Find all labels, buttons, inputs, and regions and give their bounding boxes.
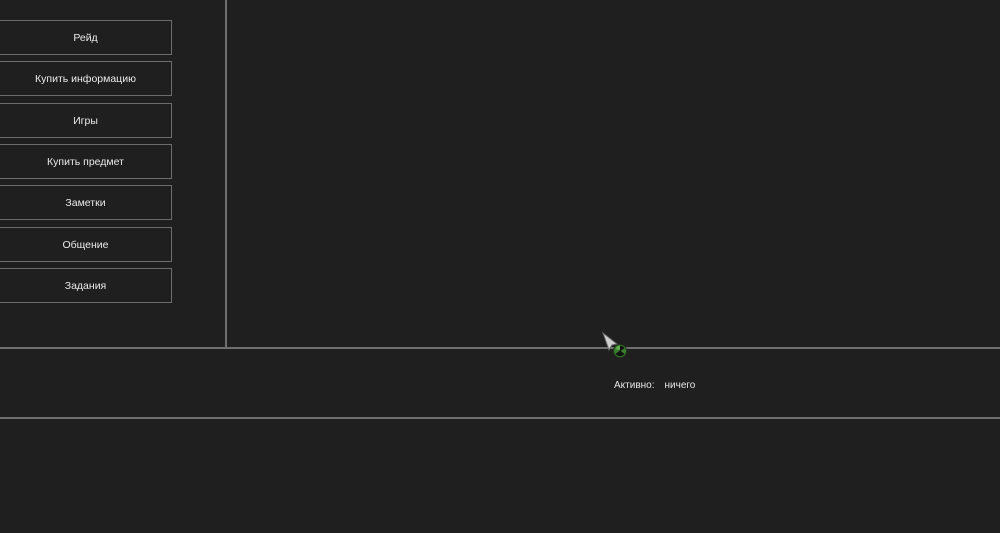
main-content-panel: [227, 0, 1000, 347]
sidebar-item-raid[interactable]: Рейд: [0, 20, 172, 55]
active-status: Активно: ничего: [614, 380, 695, 391]
bottom-panel: [0, 420, 1000, 533]
status-bottom-divider: [0, 417, 1000, 419]
app-window: Рейд Купить информацию Игры Купить предм…: [0, 0, 1000, 533]
sidebar-item-games[interactable]: Игры: [0, 103, 172, 138]
status-bar: Активно: ничего: [0, 349, 1000, 417]
sidebar-item-buy-info[interactable]: Купить информацию: [0, 61, 172, 96]
active-status-label: Активно:: [614, 380, 655, 391]
sidebar-item-chat[interactable]: Общение: [0, 227, 172, 262]
radiation-cursor-icon: [601, 331, 631, 361]
sidebar-item-notes[interactable]: Заметки: [0, 185, 172, 220]
active-status-value: ничего: [664, 380, 696, 391]
sidebar-item-buy-item[interactable]: Купить предмет: [0, 144, 172, 179]
sidebar-item-tasks[interactable]: Задания: [0, 268, 172, 303]
sidebar-menu: Рейд Купить информацию Игры Купить предм…: [0, 0, 225, 347]
